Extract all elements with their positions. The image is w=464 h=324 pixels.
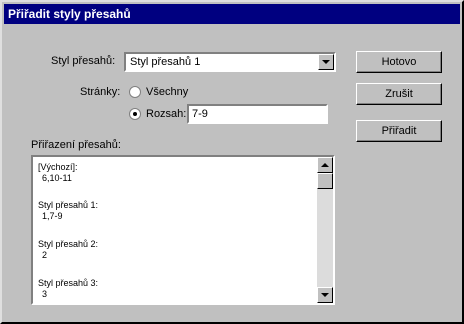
- list-item-name: [Výchozí]:: [38, 162, 78, 172]
- cancel-button[interactable]: Zrušit: [356, 83, 442, 105]
- window-title: Přiřadit styly přesahů: [4, 4, 460, 24]
- list-item: Styl přesahů 3: 3: [38, 278, 98, 300]
- scroll-down-button[interactable]: [317, 287, 333, 303]
- style-dropdown[interactable]: Styl přesahů 1: [124, 52, 336, 72]
- chevron-down-icon: [322, 60, 330, 64]
- list-item-name: Styl přesahů 2:: [38, 239, 99, 249]
- style-dropdown-value: Styl přesahů 1: [130, 56, 201, 68]
- assignment-label: Přiřazení přesahů:: [31, 139, 121, 151]
- list-item-pages: 6,10-11: [42, 173, 72, 183]
- list-item-name: Styl přesahů 3:: [38, 278, 99, 288]
- chevron-down-icon: [321, 293, 329, 297]
- radio-range[interactable]: [129, 108, 141, 120]
- pages-label: Stránky:: [80, 86, 121, 98]
- assign-trap-styles-dialog: Přiřadit styly přesahů Styl přesahů: Sty…: [0, 0, 464, 324]
- list-item-pages: 3: [42, 289, 48, 299]
- list-item-pages: 1,7-9: [42, 211, 63, 221]
- range-input-value: 7-9: [192, 108, 208, 120]
- scroll-thumb[interactable]: [317, 173, 333, 189]
- radio-range-label[interactable]: Rozsah:: [146, 108, 186, 120]
- vertical-scrollbar[interactable]: [317, 157, 333, 303]
- radio-all-pages[interactable]: [129, 86, 141, 98]
- list-item: Styl přesahů 1: 1,7-9: [38, 200, 98, 222]
- chevron-up-icon: [321, 163, 329, 167]
- range-input[interactable]: 7-9: [187, 104, 328, 124]
- assign-button[interactable]: Přiřadit: [356, 120, 442, 142]
- style-label: Styl přesahů:: [51, 55, 116, 67]
- list-item-pages: 2: [42, 250, 48, 260]
- radio-all-label[interactable]: Všechny: [146, 86, 188, 98]
- list-item: Styl přesahů 2: 2: [38, 239, 98, 261]
- list-item-name: Styl přesahů 1:: [38, 200, 99, 210]
- dropdown-arrow-button[interactable]: [318, 54, 334, 70]
- scroll-up-button[interactable]: [317, 157, 333, 173]
- ok-button[interactable]: Hotovo: [356, 51, 442, 73]
- list-item: [Výchozí]: 6,10-11: [38, 162, 78, 184]
- assignment-list[interactable]: [Výchozí]: 6,10-11 Styl přesahů 1: 1,7-9…: [31, 155, 335, 305]
